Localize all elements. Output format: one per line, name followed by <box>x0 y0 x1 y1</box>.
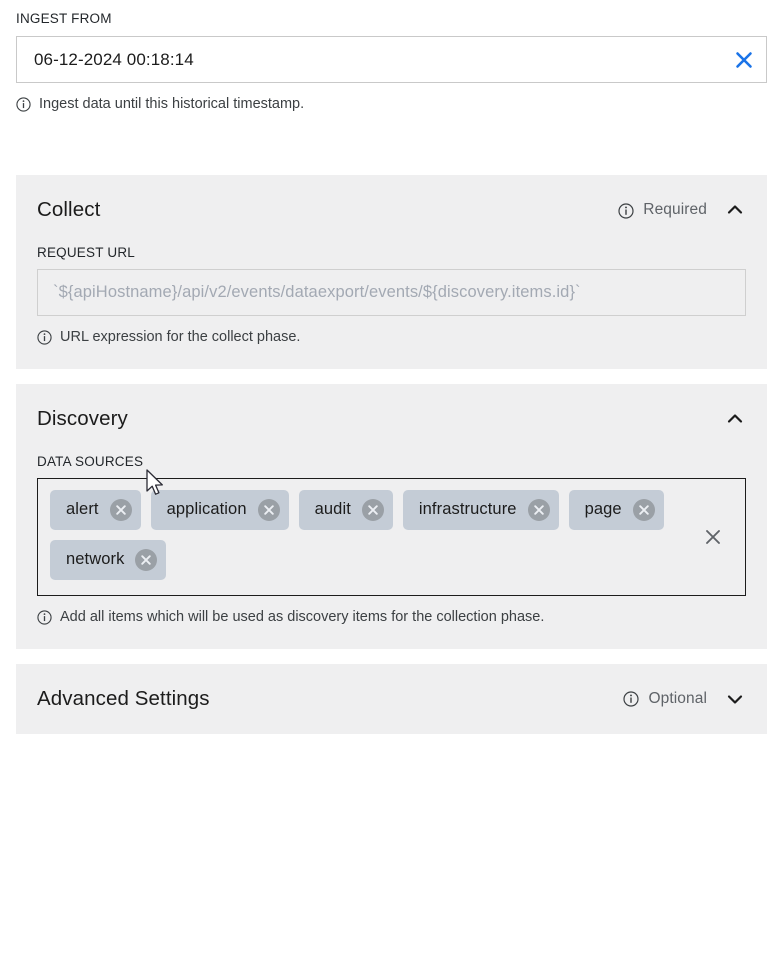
data-source-chip[interactable]: page <box>568 489 664 530</box>
close-circle-icon[interactable] <box>361 498 384 521</box>
data-source-chip-label: network <box>66 550 125 569</box>
discovery-panel-body: DATA SOURCES alert application audit infras… <box>37 454 746 649</box>
ingest-configuration-page: INGEST FROM 06-12-2024 00:18:14 Ingest d… <box>0 0 783 958</box>
ingest-from-input[interactable]: 06-12-2024 00:18:14 <box>17 50 722 70</box>
ingest-from-helper-text: Ingest data until this historical timest… <box>39 96 305 113</box>
data-sources-helper: Add all items which will be used as disc… <box>37 596 746 627</box>
data-source-chip-label: application <box>166 500 247 519</box>
collect-panel-status-group: Required <box>618 199 746 221</box>
close-circle-icon[interactable] <box>109 498 132 521</box>
ingest-from-label: INGEST FROM <box>16 11 112 26</box>
discovery-panel: Discovery DATA SOURCES alert application a… <box>16 383 767 649</box>
advanced-settings-panel-header[interactable]: Advanced Settings Optional <box>37 664 746 734</box>
data-sources-chip-list: alert application audit infrastructure page n… <box>50 489 693 580</box>
ingest-from-input-wrapper[interactable]: 06-12-2024 00:18:14 <box>16 36 767 84</box>
info-icon <box>618 202 634 219</box>
data-source-chip[interactable]: alert <box>50 489 141 530</box>
advanced-settings-panel-title: Advanced Settings <box>37 686 210 710</box>
collect-panel: Collect Required REQUEST URL `${apiHostn… <box>16 175 767 369</box>
ingest-from-helper: Ingest data until this historical timest… <box>16 83 767 114</box>
close-circle-icon[interactable] <box>632 498 655 521</box>
collect-status-badge: Required <box>643 201 707 219</box>
data-sources-clear-all-button[interactable] <box>693 517 733 557</box>
advanced-settings-status-group: Optional <box>623 688 746 710</box>
request-url-helper: URL expression for the collect phase. <box>37 316 746 347</box>
discovery-panel-status-group <box>717 408 746 430</box>
data-source-chip-label: alert <box>66 500 99 519</box>
collect-panel-header[interactable]: Collect Required <box>37 175 746 245</box>
data-sources-helper-text: Add all items which will be used as disc… <box>60 608 545 625</box>
close-circle-icon[interactable] <box>257 498 280 521</box>
data-source-chip[interactable]: audit <box>298 489 393 530</box>
chevron-down-icon[interactable] <box>724 688 746 710</box>
data-source-chip-label: infrastructure <box>418 500 517 519</box>
data-sources-label: DATA SOURCES <box>37 453 144 469</box>
data-sources-multiselect[interactable]: alert application audit infrastructure page n… <box>37 477 746 596</box>
request-url-input[interactable]: `${apiHostname}/api/v2/events/dataexport… <box>53 283 581 302</box>
data-source-chip-label: audit <box>314 500 351 519</box>
info-icon <box>37 610 52 625</box>
data-source-chip-label: page <box>584 500 622 519</box>
advanced-settings-panel: Advanced Settings Optional <box>16 663 767 734</box>
request-url-input-wrapper[interactable]: `${apiHostname}/api/v2/events/dataexport… <box>37 269 746 317</box>
ingest-from-field-group: INGEST FROM 06-12-2024 00:18:14 Ingest d… <box>0 0 783 114</box>
chevron-up-icon[interactable] <box>724 408 746 430</box>
collect-panel-title: Collect <box>37 198 101 222</box>
info-icon <box>623 691 640 707</box>
data-source-chip[interactable]: application <box>150 489 289 530</box>
request-url-helper-text: URL expression for the collect phase. <box>60 329 301 346</box>
advanced-settings-status-badge: Optional <box>648 689 707 707</box>
data-source-chip[interactable]: network <box>50 539 167 580</box>
collect-panel-body: REQUEST URL `${apiHostname}/api/v2/event… <box>37 245 746 369</box>
info-icon <box>37 330 52 345</box>
data-source-chip[interactable]: infrastructure <box>402 489 559 530</box>
request-url-label: REQUEST URL <box>37 245 135 261</box>
close-circle-icon[interactable] <box>135 548 158 571</box>
chevron-up-icon[interactable] <box>724 199 746 221</box>
info-icon <box>16 97 31 112</box>
discovery-panel-title: Discovery <box>37 406 128 430</box>
ingest-from-clear-button[interactable] <box>722 37 766 83</box>
close-circle-icon[interactable] <box>527 498 550 521</box>
discovery-panel-header[interactable]: Discovery <box>37 384 746 454</box>
